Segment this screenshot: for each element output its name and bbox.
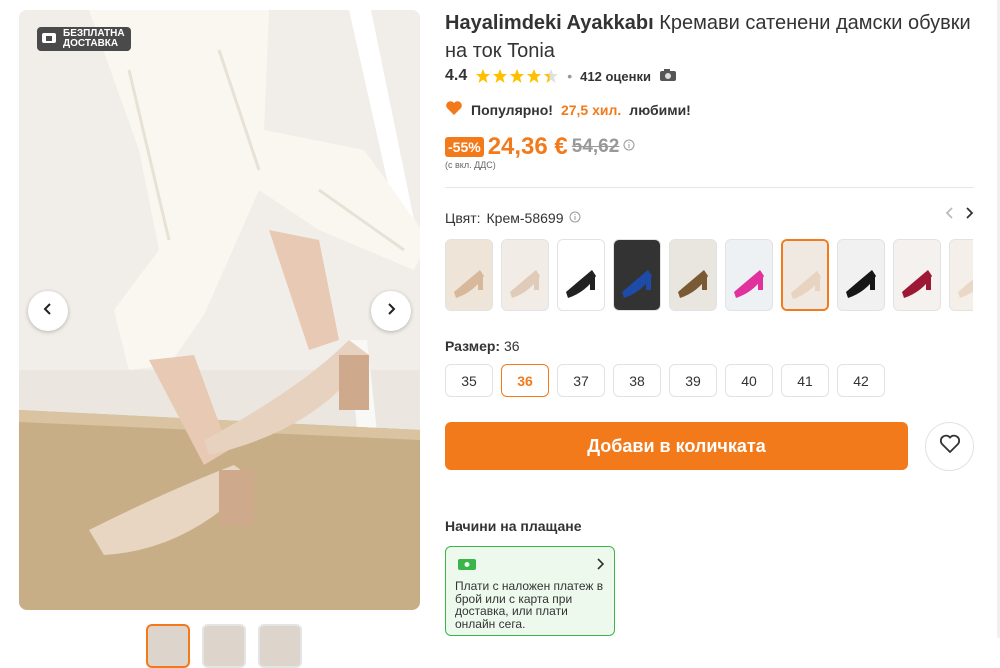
color-prev-button[interactable]: [941, 206, 959, 224]
divider: [445, 187, 974, 188]
swatch-thumbnail: [614, 240, 660, 310]
swatch-thumbnail: [558, 240, 604, 310]
gallery-next-button[interactable]: [371, 291, 411, 331]
size-option-40[interactable]: 40: [725, 364, 773, 397]
vat-note: (с вкл. ДДС): [445, 160, 496, 170]
color-selector-header: Цвят: Крем-58699: [445, 210, 581, 226]
chevron-right-icon: [384, 302, 398, 321]
swatch-thumbnail: [838, 240, 884, 310]
swatch-thumbnail: [783, 241, 827, 309]
price-row: -55% 24,36 € 54,62: [445, 133, 635, 161]
swatch-thumbnail: [726, 240, 772, 310]
swatch-thumbnail: [894, 240, 940, 310]
chevron-right-icon: [596, 557, 605, 575]
star-icon: [544, 69, 559, 83]
info-icon[interactable]: [569, 210, 581, 226]
info-icon[interactable]: [623, 138, 635, 156]
color-swatch-nude-light[interactable]: [949, 239, 973, 311]
size-value: 36: [503, 338, 520, 354]
color-swatch-pink[interactable]: [725, 239, 773, 311]
color-swatch-nude[interactable]: [501, 239, 549, 311]
color-swatch-black[interactable]: [837, 239, 885, 311]
gallery-thumbnail[interactable]: [202, 624, 246, 668]
payment-method-card[interactable]: Плати с наложен платеж в брой или с карт…: [445, 546, 615, 636]
chevron-left-icon: [41, 302, 55, 321]
size-option-41[interactable]: 41: [781, 364, 829, 397]
discount-badge: -55%: [445, 137, 484, 157]
color-swatch-cream[interactable]: [781, 239, 829, 311]
add-to-cart-button[interactable]: Добави в количката: [445, 422, 908, 470]
current-price: 24,36 €: [487, 133, 568, 160]
badge-line-2: ДОСТАВКА: [63, 38, 119, 49]
color-swatch-beige[interactable]: [445, 239, 493, 311]
color-swatch-leopard[interactable]: [669, 239, 717, 311]
color-swatch-burgundy[interactable]: [893, 239, 941, 311]
color-swatch-navy-blue[interactable]: [613, 239, 661, 311]
popularity-suffix: любими!: [629, 101, 691, 118]
payment-method-text: Плати с наложен платеж в брой или с карт…: [455, 579, 604, 631]
popularity-prefix: Популярно!: [471, 101, 553, 118]
swatch-thumbnail: [446, 240, 492, 310]
size-label: Размер:: [445, 338, 501, 354]
rating-row: 4.4 • 412 оценки: [445, 67, 677, 85]
size-option-38[interactable]: 38: [613, 364, 661, 397]
star-icon: [510, 69, 525, 83]
gallery-thumbnail[interactable]: [258, 624, 302, 668]
camera-icon: [659, 68, 677, 85]
size-options: 35 36 37 38 39 40 41 42: [445, 364, 885, 397]
truck-icon: [41, 30, 57, 49]
star-icon: [476, 69, 491, 83]
size-header: Размер: 36: [445, 338, 520, 354]
popularity-count: 27,5 хил.: [560, 101, 622, 118]
swatch-thumbnail: [950, 240, 973, 310]
favorite-button[interactable]: [925, 422, 974, 471]
rating-count-link[interactable]: 412 оценки: [580, 69, 651, 84]
color-swatch-white-black[interactable]: [557, 239, 605, 311]
chevron-right-icon: [964, 206, 974, 224]
gallery-prev-button[interactable]: [28, 291, 68, 331]
heart-filled-icon: [445, 100, 463, 119]
size-option-42[interactable]: 42: [837, 364, 885, 397]
rating-separator: •: [567, 68, 573, 84]
payment-methods-title: Начини на плащане: [445, 518, 582, 534]
popularity-banner: Популярно! 27,5 хил. любими!: [445, 100, 691, 119]
chevron-left-icon: [945, 206, 955, 224]
color-value: Крем-58699: [486, 210, 564, 226]
size-option-37[interactable]: 37: [557, 364, 605, 397]
product-main-image[interactable]: [19, 10, 420, 610]
cash-icon: [458, 557, 476, 576]
swatch-thumbnail: [670, 240, 716, 310]
product-brand[interactable]: Hayalimdeki Ayakkabı: [445, 12, 654, 34]
color-label: Цвят:: [445, 210, 481, 226]
old-price: 54,62: [571, 136, 620, 157]
product-title: Hayalimdeki Ayakkabı Кремави сатенени да…: [445, 9, 980, 65]
heart-outline-icon: [939, 434, 961, 459]
star-icon: [527, 69, 542, 83]
free-delivery-badge: БЕЗПЛАТНА ДОСТАВКА: [37, 27, 131, 51]
size-option-36[interactable]: 36: [501, 364, 549, 397]
rating-stars: [475, 68, 559, 84]
size-option-35[interactable]: 35: [445, 364, 493, 397]
star-icon: [493, 69, 508, 83]
color-next-button[interactable]: [960, 206, 978, 224]
color-swatch-list: [445, 239, 973, 312]
size-option-39[interactable]: 39: [669, 364, 717, 397]
gallery-thumbnail[interactable]: [146, 624, 190, 668]
gallery-thumbnails: [146, 624, 302, 668]
swatch-thumbnail: [502, 240, 548, 310]
rating-score: 4.4: [445, 67, 468, 84]
